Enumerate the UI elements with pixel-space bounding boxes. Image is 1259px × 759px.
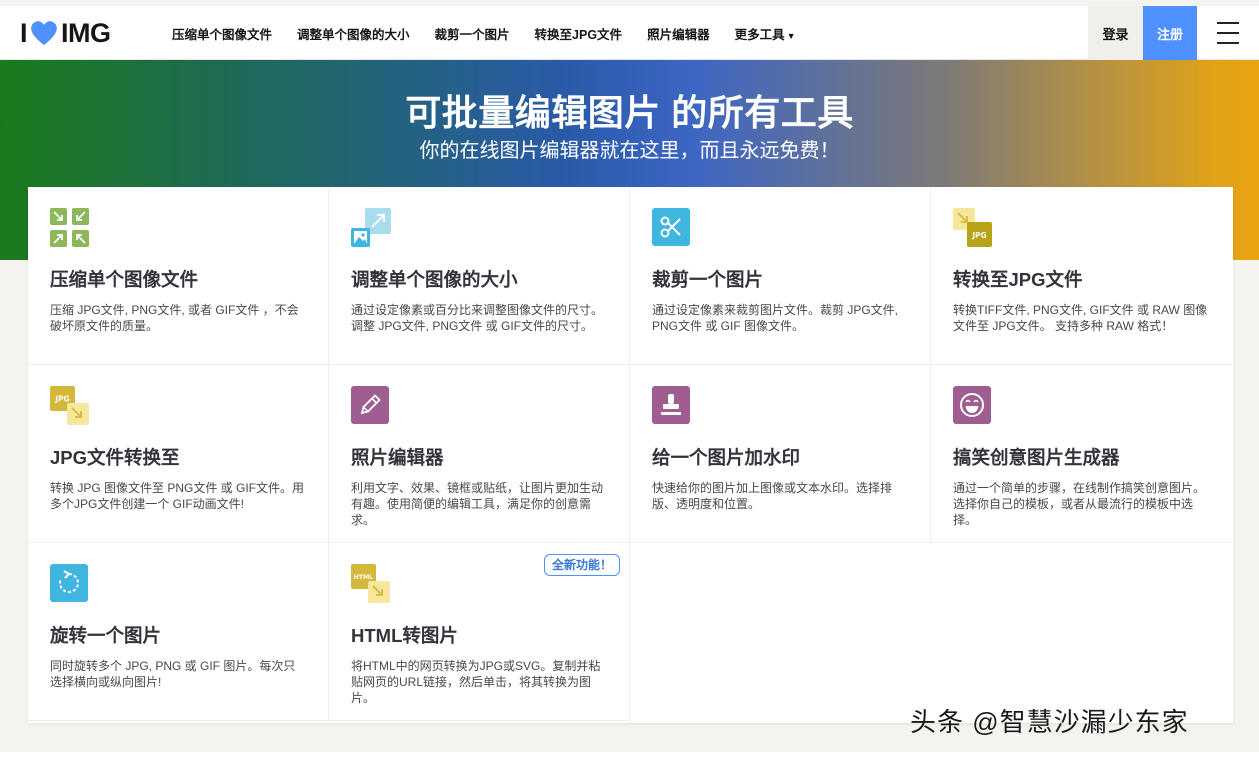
main-nav: 压缩单个图像文件 调整单个图像的大小 裁剪一个图片 转换至JPG文件 照片编辑器… — [172, 6, 821, 60]
resize-icon — [351, 208, 391, 248]
nav-resize[interactable]: 调整单个图像的大小 — [297, 24, 410, 43]
tool-desc: 利用文字、效果、镜框或贴纸，让图片更加生动有趣。使用简便的编辑工具，满足你的创意… — [351, 481, 604, 527]
tool-title: 搞笑创意图片生成器 — [953, 447, 1120, 468]
compress-icon — [50, 208, 90, 248]
heart-icon — [31, 21, 57, 45]
hero-title: 可批量编辑图片 的所有工具 — [405, 92, 854, 133]
tool-title: 转换至JPG文件 — [953, 269, 1083, 290]
stamp-icon — [652, 386, 692, 426]
logo-word-img: IMG — [61, 17, 111, 48]
tool-card-convert-from-jpg[interactable]: JPG JPG文件转换至 转换 JPG 图像文件至 PNG文件 或 GIF文件。… — [28, 365, 329, 543]
tool-title: 给一个图片加水印 — [652, 447, 801, 468]
tool-desc: 通过设定像素或百分比来调整图像文件的尺寸。 调整 JPG文件, PNG文件 或 … — [351, 303, 604, 333]
logo-letter-i: I — [20, 17, 28, 48]
watermark-text: 头条 @智慧沙漏少东家 — [910, 707, 1189, 737]
laughing-face-icon — [953, 386, 993, 426]
tool-title: 照片编辑器 — [351, 447, 444, 468]
tool-desc: 同时旋转多个 JPG, PNG 或 GIF 图片。每次只选择横向或纵向图片! — [50, 659, 296, 689]
login-button[interactable]: 登录 — [1088, 6, 1143, 60]
html-to-image-icon: HTML — [351, 564, 391, 604]
nav-photo-editor[interactable]: 照片编辑器 — [647, 24, 710, 43]
hamburger-menu-button[interactable] — [1197, 6, 1259, 60]
tool-card-meme-generator[interactable]: 搞笑创意图片生成器 通过一个简单的步骤，在线制作搞笑创意图片。选择你自己的模板，… — [931, 365, 1232, 543]
tool-card-rotate[interactable]: 旋转一个图片 同时旋转多个 JPG, PNG 或 GIF 图片。每次只选择横向或… — [28, 543, 329, 721]
pencil-icon — [351, 386, 391, 426]
nav-more-tools[interactable]: 更多工具 ▼ — [735, 24, 796, 43]
caret-down-icon: ▼ — [786, 30, 796, 41]
tool-card-compress[interactable]: 压缩单个图像文件 压缩 JPG文件, PNG文件, 或者 GIF文件 ，不会破坏… — [28, 187, 329, 365]
tool-desc: 将HTML中的网页转换为JPG或SVG。复制并粘贴网页的URL链接，然后单击，将… — [351, 659, 601, 705]
tool-card-resize[interactable]: 调整单个图像的大小 通过设定像素或百分比来调整图像文件的尺寸。 调整 JPG文件… — [329, 187, 630, 365]
scissors-icon — [652, 208, 692, 248]
tool-desc: 快速给你的图片加上图像或文本水印。选择排版、透明度和位置。 — [652, 481, 893, 511]
svg-text:HTML: HTML — [354, 574, 374, 581]
tools-grid: 压缩单个图像文件 压缩 JPG文件, PNG文件, 或者 GIF文件 ，不会破坏… — [28, 187, 1233, 723]
signup-button[interactable]: 注册 — [1143, 6, 1197, 60]
svg-text:JPG: JPG — [971, 231, 986, 240]
tool-desc: 转换 JPG 图像文件至 PNG文件 或 GIF文件。用多个JPG文件创建一个 … — [50, 481, 305, 511]
tool-title: JPG文件转换至 — [50, 447, 180, 468]
tool-card-photo-editor[interactable]: 照片编辑器 利用文字、效果、镜框或贴纸，让图片更加生动有趣。使用简便的编辑工具，… — [329, 365, 630, 543]
nav-compress[interactable]: 压缩单个图像文件 — [172, 24, 272, 43]
tool-title: 裁剪一个图片 — [652, 269, 764, 290]
new-feature-badge: 全新功能！ — [544, 554, 621, 576]
tool-title: HTML转图片 — [351, 625, 458, 646]
hamburger-icon — [1217, 18, 1239, 48]
hero-subtitle: 你的在线图片编辑器就在这里，而且永远免费！ — [419, 140, 840, 162]
convert-to-jpg-icon: JPG — [953, 208, 993, 248]
bottom-strip — [0, 752, 1259, 759]
nav-crop[interactable]: 裁剪一个图片 — [435, 24, 510, 43]
tool-desc: 通过一个简单的步骤，在线制作搞笑创意图片。选择你自己的模板，或者从最流行的模板中… — [953, 481, 1206, 527]
tool-title: 压缩单个图像文件 — [50, 269, 199, 290]
tool-desc: 转换TIFF文件, PNG文件, GIF文件 或 RAW 图像文件至 JPG文件… — [953, 303, 1208, 333]
tool-title: 调整单个图像的大小 — [351, 269, 518, 290]
tool-desc: 通过设定像素来裁剪图片文件。裁剪 JPG文件, PNG文件 或 GIF 图像文件… — [652, 303, 899, 333]
tool-card-crop[interactable]: 裁剪一个图片 通过设定像素来裁剪图片文件。裁剪 JPG文件, PNG文件 或 G… — [630, 187, 931, 365]
tool-title: 旋转一个图片 — [50, 625, 162, 646]
top-navbar: I IMG 压缩单个图像文件 调整单个图像的大小 裁剪一个图片 转换至JPG文件… — [0, 6, 1259, 60]
convert-from-jpg-icon: JPG — [50, 386, 90, 426]
brand-logo[interactable]: I IMG — [20, 18, 111, 48]
nav-more-tools-label: 更多工具 — [734, 27, 785, 42]
nav-convert-jpg[interactable]: 转换至JPG文件 — [535, 24, 623, 43]
svg-text:JPG: JPG — [54, 395, 69, 404]
tool-card-convert-to-jpg[interactable]: JPG 转换至JPG文件 转换TIFF文件, PNG文件, GIF文件 或 RA… — [931, 187, 1232, 365]
rotate-icon — [50, 564, 90, 604]
tool-desc: 压缩 JPG文件, PNG文件, 或者 GIF文件 ，不会破坏原文件的质量。 — [50, 303, 299, 333]
tool-card-watermark[interactable]: 给一个图片加水印 快速给你的图片加上图像或文本水印。选择排版、透明度和位置。 — [630, 365, 931, 543]
